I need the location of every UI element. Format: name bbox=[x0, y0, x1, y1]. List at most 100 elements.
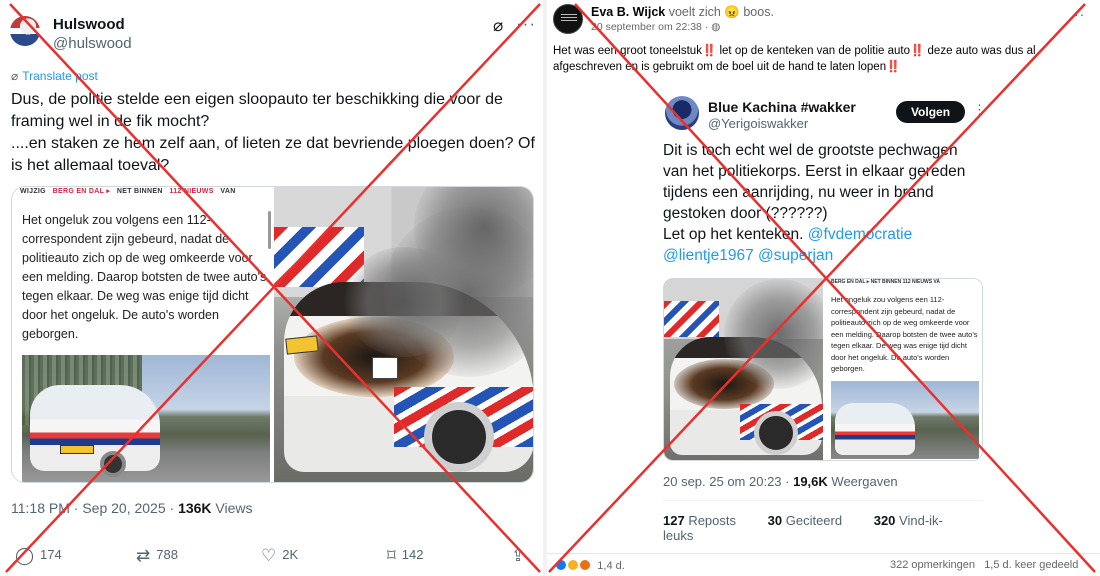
likes-count: 320 bbox=[873, 513, 896, 528]
tweet-text: Dit is toch echt wel de grootste pechwag… bbox=[663, 140, 983, 266]
tweet-timestamp[interactable]: 20 sep. 25 om 20:23 · bbox=[663, 474, 793, 489]
angry-emoji-icon: 😠 bbox=[724, 5, 740, 19]
handle[interactable]: @Yerigoiswakker bbox=[708, 116, 808, 131]
repost-count: 788 bbox=[156, 547, 178, 562]
reposts-count: 127 bbox=[663, 513, 685, 528]
share-button[interactable]: ⇪ bbox=[511, 546, 531, 566]
post-date-text: 20 september om 22:38 · bbox=[591, 21, 712, 33]
display-name[interactable]: Hulswood bbox=[53, 16, 125, 33]
avatar[interactable] bbox=[665, 96, 699, 130]
wheel bbox=[754, 411, 798, 455]
bookmark-icon: ⌑ bbox=[387, 546, 396, 565]
right-facebook-post: Eva B. Wijck voelt zich 😠 boos. 20 septe… bbox=[547, 0, 1100, 576]
bookmark-button[interactable]: ⌑ 142 bbox=[387, 546, 423, 566]
globe-icon: ◍ bbox=[711, 21, 721, 33]
views-label: Views bbox=[211, 500, 253, 516]
grok-icon[interactable]: ⌀ bbox=[493, 16, 503, 36]
like-reaction-icon bbox=[555, 559, 567, 571]
news-screenshot-image[interactable]: WIJZIG BERG EN DAL ▸ NET BINNEN 112 NIEU… bbox=[12, 187, 271, 482]
reply-button[interactable]: ◯ 174 bbox=[15, 546, 62, 566]
display-name[interactable]: Blue Kachina #wakker bbox=[708, 99, 856, 115]
embedded-tweet[interactable]: Blue Kachina #wakker @Yerigoiswakker Vol… bbox=[653, 80, 986, 550]
heart-icon: ♡ bbox=[261, 546, 277, 565]
share-icon: ⇪ bbox=[511, 546, 526, 565]
follow-button[interactable]: Volgen bbox=[896, 101, 965, 123]
more-icon[interactable]: ··· bbox=[516, 14, 536, 34]
repost-button[interactable]: ⇄ 788 bbox=[136, 546, 178, 566]
news-nav-bar: BERG EN DAL ▸ NET BINNEN 112 NIEUWS VA bbox=[831, 279, 941, 285]
burned-police-car-photo[interactable] bbox=[664, 279, 823, 460]
action-bar: ◯ 174 ⇄ 788 ♡ 2K ⌑ 142 ⇪ bbox=[11, 546, 536, 568]
post-text-line: is het allemaal toeval? bbox=[11, 157, 170, 174]
smoke bbox=[344, 247, 464, 357]
reactions-summary[interactable]: 1,4 d. bbox=[555, 559, 625, 572]
tweet-stats: 127 Reposts 30 Geciteerd 320 Vind-ik-leu… bbox=[663, 513, 985, 543]
bookmark-count: 142 bbox=[401, 547, 424, 562]
avatar[interactable] bbox=[553, 4, 583, 34]
quotes-stat[interactable]: 30 Geciteerd bbox=[768, 513, 856, 528]
truck-livery bbox=[664, 301, 719, 337]
tweet-meta: 20 sep. 25 om 20:23 · 19,6K Weergaven bbox=[663, 474, 898, 489]
crashed-police-car-photo bbox=[831, 381, 979, 459]
tweet-text-body: Dit is toch echt wel de grootste pechwag… bbox=[663, 142, 966, 222]
feeling-text: voelt zich bbox=[665, 5, 725, 19]
post-text-line: framing wel in de fik mocht? bbox=[11, 113, 210, 130]
post-timestamp[interactable]: 11:18 PM · Sep 20, 2025 · bbox=[11, 500, 178, 516]
handle[interactable]: @hulswood bbox=[53, 35, 132, 52]
post-text: Het was een groot toneelstuk‼️ let op de… bbox=[553, 43, 1098, 75]
mention-link[interactable]: @superjan bbox=[758, 247, 833, 264]
post-date[interactable]: 20 september om 22:38 · ◍ bbox=[591, 21, 720, 33]
more-icon[interactable]: ⋮ bbox=[973, 102, 986, 118]
news-article-text: Het ongeluk zou volgens een 112-correspo… bbox=[831, 295, 978, 373]
license-plate bbox=[60, 445, 94, 454]
divider bbox=[663, 500, 983, 501]
like-button[interactable]: ♡ 2K bbox=[261, 546, 298, 566]
post-text-line: ....en staken ze hem zelf aan, of lieten… bbox=[11, 135, 535, 152]
news-nav-item: BERG EN DAL ▸ bbox=[52, 188, 111, 195]
more-icon[interactable]: ·· bbox=[1074, 6, 1085, 22]
reaction-count: 1,4 d. bbox=[597, 560, 625, 572]
news-screenshot-image[interactable]: BERG EN DAL ▸ NET BINNEN 112 NIEUWS VA H… bbox=[825, 279, 982, 460]
double-exclamation-icon: ‼️ bbox=[910, 45, 925, 57]
mention-link[interactable]: @fvdemocratie bbox=[808, 226, 912, 243]
wheel bbox=[100, 451, 126, 477]
quotes-label: Geciteerd bbox=[782, 513, 843, 528]
avatar[interactable] bbox=[10, 16, 40, 46]
engagement-summary: 322 opmerkingen 1,5 d. keer gedeeld bbox=[890, 559, 1078, 571]
tweet-text-body: Let op het kenteken. bbox=[663, 226, 808, 243]
post-footer: 1,4 d. 322 opmerkingen 1,5 d. keer gedee… bbox=[547, 553, 1100, 576]
translate-icon: ⌀ bbox=[11, 69, 19, 83]
license-plate bbox=[285, 335, 319, 355]
news-nav-item: NET BINNEN bbox=[116, 188, 163, 195]
post-text-part: Het was een groot toneelstuk bbox=[553, 45, 702, 57]
views-label: Weergaven bbox=[827, 474, 898, 489]
reposts-stat[interactable]: 127 Reposts bbox=[663, 513, 750, 528]
window-sticker bbox=[372, 357, 398, 379]
burned-police-car-photo[interactable] bbox=[274, 187, 533, 482]
views-count: 136K bbox=[178, 500, 212, 516]
post-text-line: Dus, de politie stelde een eigen sloopau… bbox=[11, 91, 503, 108]
like-count: 2K bbox=[282, 547, 299, 562]
tweet-media[interactable]: BERG EN DAL ▸ NET BINNEN 112 NIEUWS VA H… bbox=[663, 278, 983, 461]
quotes-count: 30 bbox=[767, 513, 783, 528]
news-nav-item: VAN bbox=[220, 188, 236, 195]
double-exclamation-icon: ‼️ bbox=[701, 45, 717, 57]
author-name[interactable]: Eva B. Wijck bbox=[591, 5, 665, 19]
shares-count[interactable]: 1,5 d. keer gedeeld bbox=[984, 559, 1078, 571]
post-meta: 11:18 PM · Sep 20, 2025 · 136K Views bbox=[11, 500, 253, 516]
post-media[interactable]: WIJZIG BERG EN DAL ▸ NET BINNEN 112 NIEU… bbox=[11, 186, 534, 483]
post-text: Dus, de politie stelde een eigen sloopau… bbox=[11, 89, 536, 177]
news-nav-item: 112 NIEUWS bbox=[169, 188, 214, 195]
reply-icon: ◯ bbox=[15, 546, 35, 565]
news-nav-bar: WIJZIG BERG EN DAL ▸ NET BINNEN 112 NIEU… bbox=[20, 187, 270, 195]
scrollbar bbox=[268, 211, 271, 249]
news-article-text: Het ongeluk zou volgens een 112-correspo… bbox=[22, 213, 267, 341]
police-car bbox=[30, 385, 160, 477]
wow-reaction-icon bbox=[567, 559, 580, 571]
repost-icon: ⇄ bbox=[136, 546, 151, 565]
mention-link[interactable]: @lientje1967 bbox=[663, 247, 754, 264]
comments-count[interactable]: 322 opmerkingen bbox=[890, 559, 975, 571]
feeling-text: boos. bbox=[739, 5, 774, 19]
translate-post-link[interactable]: ⌀ Translate post bbox=[11, 69, 98, 83]
reposts-label: Reposts bbox=[684, 513, 737, 528]
